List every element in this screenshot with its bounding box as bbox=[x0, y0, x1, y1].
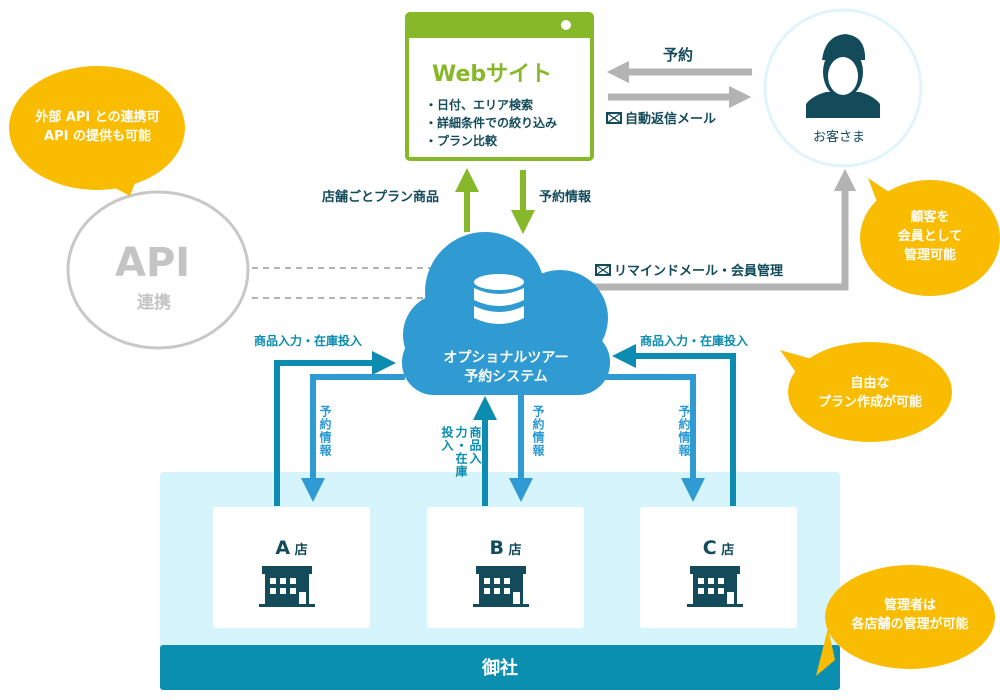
reservation-info-label: 予約情報 bbox=[539, 190, 592, 205]
remind-text: リマインドメール・会員管理 bbox=[614, 264, 784, 279]
api-title: API bbox=[115, 240, 191, 286]
remind-label: リマインドメール・会員管理 bbox=[595, 260, 783, 279]
bubble-api-text: 外部 API との連携可 API の提供も可能 bbox=[15, 108, 180, 146]
mail-icon bbox=[595, 264, 611, 276]
bubble-line: 管理者は bbox=[883, 598, 936, 613]
store-letter: A bbox=[275, 537, 291, 559]
store-suffix: 店 bbox=[508, 543, 522, 558]
bubble-members-text: 顧客を 会員として 管理可能 bbox=[870, 208, 990, 265]
store-c-label: C 店 bbox=[640, 537, 797, 559]
auto-reply-text: 自動返信メール bbox=[625, 112, 717, 127]
bubble-line: 顧客を bbox=[910, 210, 950, 225]
bubble-line: プラン作成が可能 bbox=[817, 395, 922, 410]
reservation-info-vertical-c: 予約情報 bbox=[677, 405, 691, 457]
api-subtitle: 連携 bbox=[137, 293, 171, 313]
bubble-line: 管理可能 bbox=[903, 248, 956, 263]
building-icon bbox=[259, 566, 315, 607]
website-title: Webサイト bbox=[432, 62, 553, 87]
system-name-line: オプショナルツアー bbox=[443, 350, 569, 366]
company-label: 御社 bbox=[482, 658, 518, 679]
building-icon bbox=[473, 566, 529, 607]
store-plans-label: 店舗ごとプラン商品 bbox=[322, 190, 440, 205]
bubble-line: 会員として bbox=[897, 229, 963, 244]
reservation-info-vertical-a: 予約情報 bbox=[318, 405, 332, 457]
auto-reply-label: 自動返信メール bbox=[606, 108, 716, 127]
building-icon bbox=[687, 566, 743, 607]
store-letter: C bbox=[702, 537, 717, 559]
mail-icon bbox=[606, 112, 622, 124]
bubble-line: 各店舗の管理が可能 bbox=[851, 617, 969, 632]
bubble-line: 外部 API との連携可 bbox=[35, 110, 160, 125]
bubble-line: API の提供も可能 bbox=[44, 129, 151, 144]
system-name: オプショナルツアー 予約システム bbox=[412, 349, 600, 387]
product-input-label-left: 商品入力・在庫投入 bbox=[254, 334, 363, 348]
database-icon bbox=[474, 274, 524, 324]
bubble-line: 自由な bbox=[850, 376, 890, 391]
website-feature: ・日付、エリア検索 bbox=[425, 98, 534, 112]
reservation-info-vertical-b: 予約情報 bbox=[531, 405, 545, 457]
store-suffix: 店 bbox=[721, 543, 735, 558]
bubble-admin-text: 管理者は 各店舗の管理が可能 bbox=[825, 596, 995, 634]
store-b-label: B 店 bbox=[427, 537, 584, 559]
store-suffix: 店 bbox=[294, 543, 308, 558]
product-input-label-right: 商品入力・在庫投入 bbox=[640, 334, 749, 348]
website-feature: ・詳細条件での絞り込み bbox=[425, 116, 558, 130]
window-dot-icon bbox=[561, 20, 571, 30]
store-a-label: A 店 bbox=[213, 537, 370, 559]
bubble-plans-text: 自由な プラン作成が可能 bbox=[795, 374, 945, 412]
product-input-vertical-b: 商品入力・在庫投入 bbox=[440, 426, 482, 478]
website-feature-list: ・日付、エリア検索 ・詳細条件での絞り込み ・プラン比較 bbox=[425, 96, 557, 150]
reservation-label: 予約 bbox=[663, 46, 694, 64]
website-feature: ・プラン比較 bbox=[425, 134, 498, 148]
customer-label: お客さま bbox=[813, 130, 866, 145]
system-name-line: 予約システム bbox=[464, 369, 548, 385]
store-letter: B bbox=[489, 537, 504, 559]
